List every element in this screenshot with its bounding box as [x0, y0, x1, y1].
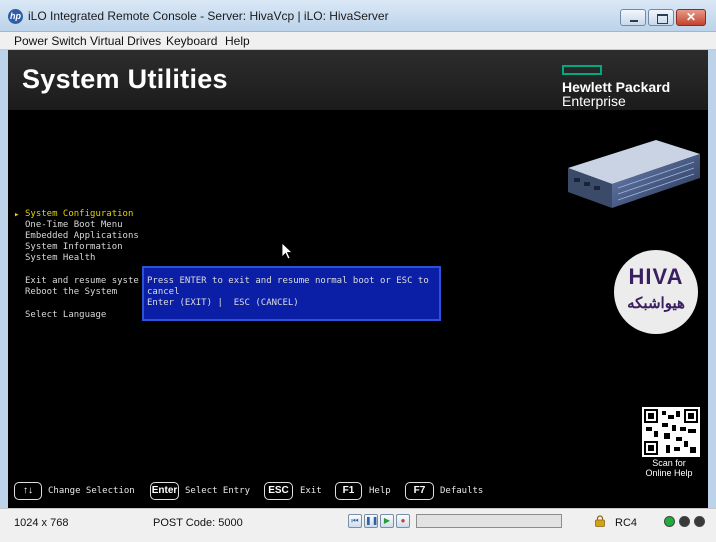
play-button[interactable]: ▶: [380, 514, 394, 528]
dialog-message-line2: cancel: [147, 287, 180, 297]
encryption-label: RC4: [615, 517, 638, 529]
menu-virtual-drives[interactable]: Virtual Drives: [90, 34, 161, 48]
maximize-icon: [649, 10, 673, 25]
menu-one-time-boot-menu[interactable]: One-Time Boot Menu: [25, 220, 123, 231]
status-bar: 1024 x 768 POST Code: 5000 ⏮ ❚❚ ▶ ● RC4: [0, 508, 716, 542]
f7-key-icon: F7: [405, 482, 434, 500]
minimize-icon: [621, 10, 645, 25]
skip-back-button[interactable]: ⏮: [348, 514, 362, 528]
status-led-green: [664, 516, 675, 527]
menu-select-language[interactable]: Select Language: [25, 310, 106, 321]
watermark-latin: HIVA: [628, 264, 684, 289]
status-led-3: [694, 516, 705, 527]
status-led-2: [679, 516, 690, 527]
dialog-options: Enter (EXIT) | ESC (CANCEL): [147, 298, 299, 308]
key-label-select-entry: Select Entry: [185, 486, 251, 496]
qr-caption-line1: Scan for: [652, 458, 686, 468]
hpe-logo-icon: [562, 65, 602, 75]
esc-key-icon: ESC: [264, 482, 293, 500]
lock-icon: [595, 515, 605, 527]
playback-progress-bar[interactable]: [416, 514, 562, 528]
skip-back-icon: ⏮: [351, 516, 359, 525]
mouse-pointer-icon: [281, 242, 293, 260]
system-utilities-banner: System Utilities Hewlett Packard Enterpr…: [8, 50, 708, 110]
key-legend-bar: ↑↓ Change Selection Enter Select Entry E…: [8, 482, 708, 504]
watermark-persian: هیواشبکه: [627, 295, 685, 312]
maximize-button[interactable]: [648, 9, 674, 26]
menu-reboot-the-system[interactable]: Reboot the System: [25, 287, 117, 298]
qr-caption-line2: Online Help: [645, 468, 693, 478]
close-button[interactable]: ✕: [676, 9, 706, 26]
key-label-help: Help: [369, 486, 391, 496]
menu-help[interactable]: Help: [225, 34, 250, 48]
menu-system-health[interactable]: System Health: [25, 253, 95, 264]
window-titlebar: hp iLO Integrated Remote Console - Serve…: [0, 0, 716, 32]
exit-confirm-dialog[interactable]: Press ENTER to exit and resume normal bo…: [142, 266, 441, 321]
window-title: iLO Integrated Remote Console - Server: …: [28, 9, 389, 23]
menubar: Power Switch Virtual Drives Keyboard Hel…: [0, 32, 716, 50]
pause-button[interactable]: ❚❚: [364, 514, 378, 528]
menu-system-configuration[interactable]: System Configuration: [25, 209, 133, 220]
screen-resolution: 1024 x 768: [14, 517, 69, 529]
qr-caption: Scan for Online Help: [632, 458, 706, 478]
key-label-exit: Exit: [300, 486, 322, 496]
key-label-defaults: Defaults: [440, 486, 484, 496]
menu-exit-and-resume[interactable]: Exit and resume syste: [25, 276, 139, 287]
minimize-button[interactable]: [620, 9, 646, 26]
pause-icon: ❚❚: [365, 516, 379, 525]
remote-console-screen[interactable]: System Utilities Hewlett Packard Enterpr…: [8, 50, 708, 508]
hpe-brand-line2: Enterprise: [562, 93, 626, 109]
enter-key-icon: Enter: [150, 482, 179, 500]
menu-embedded-applications[interactable]: Embedded Applications: [25, 231, 139, 242]
hiva-watermark-logo: HIVA هیواشبکه: [614, 250, 698, 334]
page-title: System Utilities: [22, 64, 228, 94]
menu-power-switch[interactable]: Power Switch: [14, 34, 87, 48]
server-rack-image: [568, 140, 700, 208]
key-label-change-selection: Change Selection: [48, 486, 135, 496]
hp-logo-icon: hp: [8, 9, 23, 24]
menu-system-information[interactable]: System Information: [25, 242, 123, 253]
record-button[interactable]: ●: [396, 514, 410, 528]
menu-keyboard[interactable]: Keyboard: [166, 34, 217, 48]
arrow-keys-icon: ↑↓: [14, 482, 42, 500]
post-code: POST Code: 5000: [153, 517, 243, 529]
dialog-message-line1: Press ENTER to exit and resume normal bo…: [147, 276, 429, 286]
record-icon: ●: [400, 516, 406, 525]
f1-key-icon: F1: [335, 482, 362, 500]
play-icon: ▶: [383, 516, 391, 525]
selection-marker-icon: ▸: [14, 210, 20, 220]
qr-code-icon: [642, 407, 700, 457]
close-icon: ✕: [685, 10, 697, 24]
